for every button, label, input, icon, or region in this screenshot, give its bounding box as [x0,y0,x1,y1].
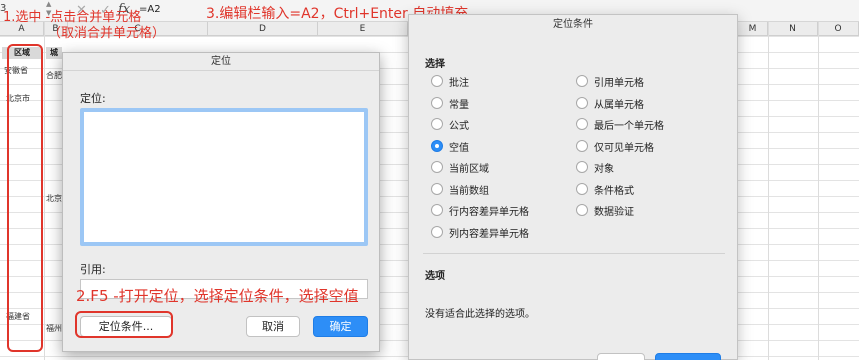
radio-dependents[interactable]: 从属单元格 [576,95,644,111]
radio-constants[interactable]: 常量 [431,95,469,111]
radio-circle-icon [431,183,443,195]
radio-label: 行内容差异单元格 [449,206,529,218]
cell-fuzhou[interactable]: 福州 [46,323,62,334]
radio-blanks[interactable]: 空值 [431,138,469,154]
radio-circle-icon [576,140,588,152]
radio-label: 当前区域 [449,163,489,175]
goto-label: 定位: [80,92,106,105]
radio-current-array[interactable]: 当前数组 [431,181,489,197]
radio-objects[interactable]: 对象 [576,159,614,175]
column-divider [818,22,819,360]
radio-row-differences[interactable]: 行内容差异单元格 [431,202,529,218]
ok-button[interactable]: 确定 [313,316,368,337]
column-divider [44,22,45,360]
column-header-d[interactable]: D [208,22,318,36]
radio-circle-icon [431,118,443,130]
radio-data-validation[interactable]: 数据验证 [576,202,634,218]
radio-label: 最后一个单元格 [594,120,664,132]
radio-label: 公式 [449,120,469,132]
radio-label: 常量 [449,99,469,111]
radio-label: 数据验证 [594,206,634,218]
locate-condition-dialog: 定位条件 选择 批注 常量 公式 空值 当前区域 当前数组 行内容差异单元格 列… [408,14,738,360]
select-section-label: 选择 [425,59,445,70]
radio-precedents[interactable]: 引用单元格 [576,73,644,89]
radio-conditional-formats[interactable]: 条件格式 [576,181,634,197]
column-header-n[interactable]: N [768,22,818,36]
radio-label: 条件格式 [594,185,634,197]
section-divider [423,253,725,254]
cancel-button[interactable]: 取消 [246,316,300,337]
radio-label: 引用单元格 [594,77,644,89]
column-divider [768,22,769,360]
radio-label: 当前数组 [449,185,489,197]
column-header-e[interactable]: E [318,22,408,36]
radio-label: 列内容差异单元格 [449,228,529,240]
condition-cancel-button[interactable] [597,353,645,360]
selection-highlight-box [7,44,43,352]
radio-circle-icon [431,226,443,238]
special-button-highlight-box [75,311,173,338]
radio-comments[interactable]: 批注 [431,73,469,89]
radio-formulas[interactable]: 公式 [431,116,469,132]
cell-beijing-city[interactable]: 北京 [46,193,62,204]
radio-circle-icon [576,183,588,195]
radio-current-region[interactable]: 当前区域 [431,159,489,175]
locate-dialog-title: 定位 [63,53,379,71]
radio-last-cell[interactable]: 最后一个单元格 [576,116,664,132]
radio-selected-icon [431,140,443,152]
column-header-m[interactable]: M [738,22,768,36]
radio-column-differences[interactable]: 列内容差异单元格 [431,224,529,240]
goto-list[interactable] [80,108,368,246]
locate-dialog: 定位 定位: 引用: 定位条件... 取消 确定 [62,52,380,352]
radio-circle-icon [576,118,588,130]
formula-input[interactable]: =A2 [139,4,161,15]
radio-label: 从属单元格 [594,99,644,111]
radio-label: 空值 [449,142,469,154]
radio-label: 批注 [449,77,469,89]
radio-circle-icon [431,161,443,173]
radio-label: 对象 [594,163,614,175]
radio-circle-icon [576,75,588,87]
condition-ok-button[interactable] [655,353,721,360]
radio-visible-cells[interactable]: 仅可见单元格 [576,138,654,154]
radio-circle-icon [431,204,443,216]
cell-header-city[interactable]: 城 [46,47,62,59]
radio-circle-icon [576,97,588,109]
reference-label: 引用: [80,263,106,276]
options-section-label: 选项 [425,271,445,282]
no-options-text: 没有适合此选择的选项。 [425,309,535,320]
radio-label: 仅可见单元格 [594,142,654,154]
annotation-step1-note: （取消合并单元格） [48,26,166,41]
cell-hefei[interactable]: 合肥 [46,70,62,81]
radio-circle-icon [431,97,443,109]
radio-circle-icon [576,204,588,216]
annotation-step2: 2.F5 -打开定位，选择定位条件，选择空值 [76,287,359,305]
column-header-o[interactable]: O [818,22,859,36]
radio-circle-icon [576,161,588,173]
radio-circle-icon [431,75,443,87]
locate-condition-title: 定位条件 [553,19,593,30]
